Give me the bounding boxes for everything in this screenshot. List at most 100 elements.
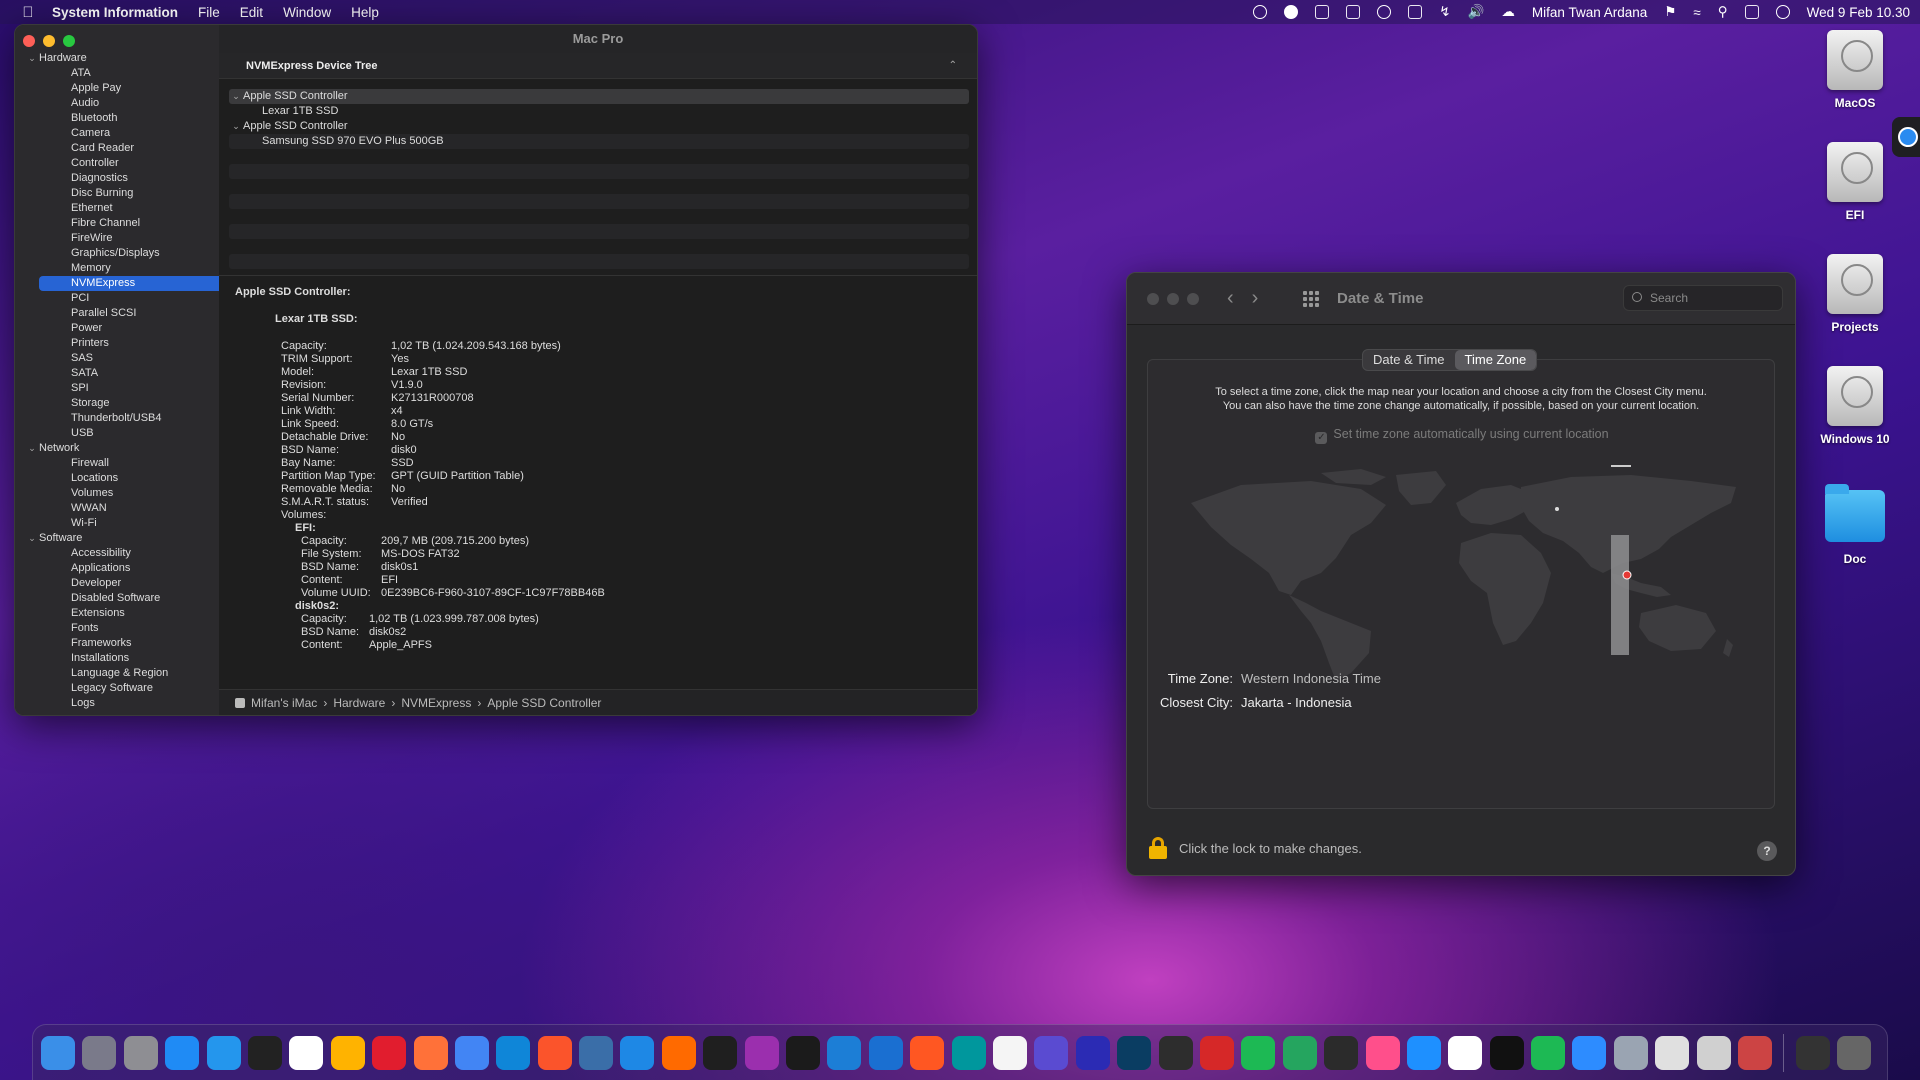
tab-time-zone[interactable]: Time Zone <box>1454 350 1537 370</box>
desktop-drive-projects[interactable]: Projects <box>1800 254 1910 334</box>
sidebar-item[interactable]: Fonts <box>25 621 221 636</box>
dock-app-icon[interactable] <box>165 1035 200 1070</box>
sidebar-item[interactable]: Accessibility <box>25 546 221 561</box>
sidebar-item[interactable]: USB <box>25 426 221 441</box>
bluetooth-icon[interactable]: ↯ <box>1439 4 1450 20</box>
dock-app-icon[interactable] <box>1199 1035 1234 1070</box>
dock-app-icon[interactable] <box>1241 1035 1276 1070</box>
dock-app-icon[interactable] <box>537 1035 572 1070</box>
close-button[interactable] <box>23 35 35 47</box>
dock-app-icon[interactable] <box>951 1035 986 1070</box>
control-center-icon[interactable] <box>1744 5 1759 19</box>
sidebar-item[interactable]: Memory <box>25 261 221 276</box>
lock-icon[interactable] <box>1149 837 1167 859</box>
breadcrumb-item[interactable]: Mifan's iMac <box>251 690 317 716</box>
sidebar-item[interactable]: Power <box>25 321 221 336</box>
dock-app-icon[interactable] <box>1075 1035 1110 1070</box>
sidebar-item[interactable]: Storage <box>25 396 221 411</box>
activity-monitor-icon[interactable] <box>1408 5 1423 19</box>
auto-timezone-checkbox[interactable]: ✓ Set time zone automatically using curre… <box>1127 427 1795 444</box>
dock-app-icon[interactable] <box>1117 1035 1152 1070</box>
sidebar-item[interactable]: PCI <box>25 291 221 306</box>
world-map[interactable] <box>1171 463 1751 683</box>
dock-app-icon[interactable] <box>206 1035 241 1070</box>
sidebar-item[interactable]: Logs <box>25 696 221 711</box>
sidebar-group[interactable]: ⌄ Network <box>25 441 221 456</box>
search-field[interactable]: Search <box>1623 285 1783 311</box>
dock-app-icon[interactable] <box>1837 1035 1872 1070</box>
tree-row-controller-1[interactable]: ⌄ Apple SSD Controller <box>229 89 969 104</box>
menu-clock[interactable]: Wed 9 Feb 10.30 <box>1807 5 1910 20</box>
dock-app-icon[interactable] <box>1282 1035 1317 1070</box>
sidebar-item[interactable]: Thunderbolt/USB4 <box>25 411 221 426</box>
help-button[interactable]: ? <box>1757 841 1777 861</box>
sidebar-item[interactable]: SAS <box>25 351 221 366</box>
sidebar-item[interactable]: ATA <box>25 66 221 81</box>
dock-app-icon[interactable] <box>620 1035 655 1070</box>
sidebar-item[interactable]: Audio <box>25 96 221 111</box>
dock-app-icon[interactable] <box>372 1035 407 1070</box>
disclosure-chevron-icon[interactable]: ⌄ <box>25 51 39 66</box>
desktop-drive-windows[interactable]: Windows 10 <box>1800 366 1910 446</box>
disclosure-chevron-icon[interactable]: ⌄ <box>25 441 39 456</box>
sidebar-item[interactable]: Applications <box>25 561 221 576</box>
dock-app-icon[interactable] <box>703 1035 738 1070</box>
sidebar-item[interactable]: Developer <box>25 576 221 591</box>
cloud-status-icon[interactable]: ☁ <box>1501 4 1515 20</box>
collapse-chevron-icon[interactable]: ⌃ <box>949 53 957 79</box>
disclosure-chevron-icon[interactable]: ⌄ <box>25 531 39 546</box>
dock-app-icon[interactable] <box>247 1035 282 1070</box>
sidebar-item[interactable]: Firewall <box>25 456 221 471</box>
sidebar-item[interactable]: Installations <box>25 651 221 666</box>
pen-status-icon[interactable] <box>1346 5 1361 19</box>
wifi-icon[interactable]: ≈ <box>1693 5 1700 20</box>
sidebar-item[interactable]: NVMExpress <box>39 276 223 291</box>
device-tree-header[interactable]: NVMExpress Device Tree ⌃ <box>219 53 977 79</box>
dock-app-icon[interactable] <box>786 1035 821 1070</box>
dock-app-icon[interactable] <box>123 1035 158 1070</box>
menu-edit[interactable]: Edit <box>240 5 263 20</box>
pane-splitter[interactable] <box>219 275 977 276</box>
sidebar-item[interactable]: Disabled Software <box>25 591 221 606</box>
proxy-status-icon[interactable] <box>1377 5 1392 19</box>
dock-app-icon[interactable] <box>579 1035 614 1070</box>
dock-app-icon[interactable] <box>744 1035 779 1070</box>
dock-app-icon[interactable] <box>992 1035 1027 1070</box>
desktop-folder-doc[interactable]: Doc <box>1800 484 1910 566</box>
dock-app-icon[interactable] <box>496 1035 531 1070</box>
siri-icon[interactable] <box>1775 5 1790 19</box>
back-chevron-icon[interactable]: ‹ <box>1227 287 1234 310</box>
menu-window[interactable]: Window <box>283 5 331 20</box>
dock-app-icon[interactable] <box>1324 1035 1359 1070</box>
disclosure-chevron-icon[interactable]: ⌄ <box>229 119 243 134</box>
show-all-grid-icon[interactable] <box>1303 291 1319 307</box>
sidebar-item[interactable]: Ethernet <box>25 201 221 216</box>
user-name[interactable]: Mifan Twan Ardana <box>1532 5 1647 20</box>
dock-app-icon[interactable] <box>82 1035 117 1070</box>
dock-app-icon[interactable] <box>1365 1035 1400 1070</box>
apple-menu-icon[interactable]:  <box>18 4 38 21</box>
sidebar-item[interactable]: Apple Pay <box>25 81 221 96</box>
dock-app-icon[interactable] <box>1406 1035 1441 1070</box>
sidebar-item[interactable]: Wi-Fi <box>25 516 221 531</box>
closest-city-select[interactable]: Jakarta - Indonesia <box>1241 695 1352 710</box>
sidebar-item[interactable]: Locations <box>25 471 221 486</box>
breadcrumb-item[interactable]: Apple SSD Controller <box>487 690 601 716</box>
sidebar-item[interactable]: Printers <box>25 336 221 351</box>
sidebar-item[interactable]: Diagnostics <box>25 171 221 186</box>
zoom-button[interactable] <box>1187 293 1199 305</box>
teamviewer-status-icon[interactable] <box>1284 5 1299 19</box>
dock-app-icon[interactable] <box>289 1035 324 1070</box>
dock-app-icon[interactable] <box>1738 1035 1773 1070</box>
tree-row-lexar[interactable]: Lexar 1TB SSD <box>229 104 969 119</box>
dock-app-icon[interactable] <box>1531 1035 1566 1070</box>
sidebar-item[interactable]: Legacy Software <box>25 681 221 696</box>
sidebar-item[interactable]: SATA <box>25 366 221 381</box>
minimize-button[interactable] <box>1167 293 1179 305</box>
sidebar-item[interactable]: SPI <box>25 381 221 396</box>
breadcrumb-item[interactable]: NVMExpress <box>401 690 471 716</box>
dock-app-icon[interactable] <box>910 1035 945 1070</box>
sidebar-item[interactable]: Parallel SCSI <box>25 306 221 321</box>
dock-app-icon[interactable] <box>1696 1035 1731 1070</box>
dock-app-icon[interactable] <box>1034 1035 1069 1070</box>
